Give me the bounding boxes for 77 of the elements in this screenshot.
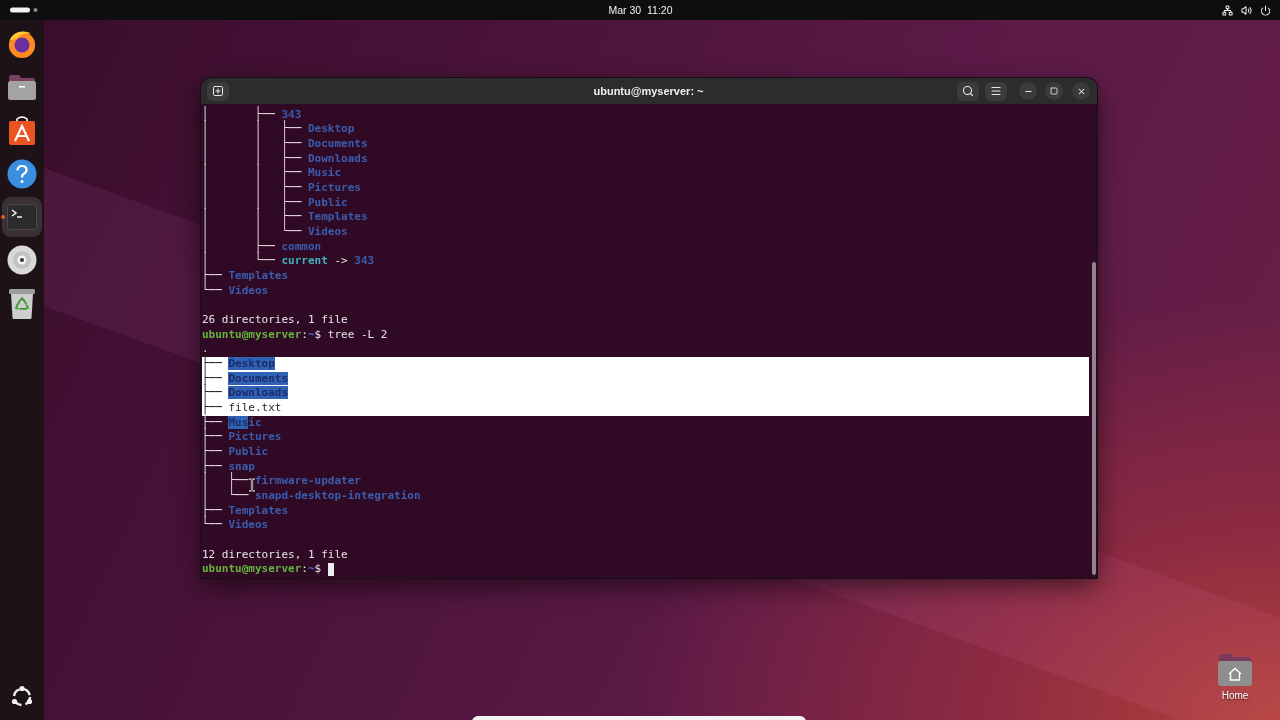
search-button[interactable] xyxy=(957,81,979,101)
directory-name: 343 xyxy=(281,107,302,121)
tree-root: . xyxy=(202,342,209,356)
network-icon[interactable] xyxy=(1222,4,1233,16)
directory-name: snapd-desktop-integration xyxy=(254,489,421,504)
tree-connector: ├── xyxy=(202,355,222,371)
tree-connector: ├── xyxy=(202,267,222,283)
running-dot-icon xyxy=(1,215,5,220)
command-prompt: ubuntu@myserver:~$ xyxy=(202,562,322,578)
house-folder-icon xyxy=(1217,653,1253,687)
menu-icon xyxy=(990,85,1002,97)
disc-icon xyxy=(7,245,37,276)
workspace-dots-icon[interactable] xyxy=(10,7,38,13)
tree-connector: ├── xyxy=(202,370,222,386)
directory-name: Public xyxy=(307,195,348,211)
summary-text: 12 directories, 1 file xyxy=(202,547,348,563)
directory-name: Templates xyxy=(307,210,368,225)
symlink-entry: current -> 343 xyxy=(281,254,375,269)
directory-name: Public xyxy=(228,445,269,460)
command-prompt: ubuntu@myserver:~$ tree -L 2 xyxy=(202,327,388,343)
directory-name: Pictures xyxy=(228,430,282,446)
directory-name: Templates xyxy=(228,503,289,519)
tree-connector: │ │ ├── xyxy=(202,179,302,195)
tree-connector: ├── xyxy=(202,458,222,474)
shopping-bag-icon xyxy=(8,115,36,146)
volume-icon[interactable] xyxy=(1241,4,1252,16)
directory-name: Music xyxy=(307,166,342,181)
directory-name: Music xyxy=(228,415,262,431)
maximize-icon xyxy=(1050,87,1058,95)
minimize-button[interactable] xyxy=(1019,82,1037,100)
tree-connector: │ │ ├── xyxy=(202,194,302,210)
close-icon xyxy=(1076,86,1086,96)
directory-name: common xyxy=(281,239,322,255)
plus-square-icon xyxy=(212,85,224,97)
tree-connector: ├── xyxy=(202,502,222,518)
tree-connector: ├── xyxy=(202,414,222,430)
date-time[interactable]: Mar 30 11:20 xyxy=(604,3,677,17)
tree-connector: ├── xyxy=(202,399,222,415)
directory-name: Desktop xyxy=(307,122,355,137)
window-title: ubuntu@myserver: ~ xyxy=(593,85,704,97)
menu-button[interactable] xyxy=(985,81,1007,101)
directory-name: Templates xyxy=(228,269,289,284)
terminal-icon xyxy=(7,204,37,231)
tree-connector: └── xyxy=(202,282,222,300)
directory-name: Desktop xyxy=(228,357,275,372)
tree-connector: │ ├── xyxy=(202,106,275,122)
circle-dots-icon xyxy=(10,685,34,709)
scrollbar-thumb[interactable] xyxy=(1092,262,1096,575)
directory-name: Videos xyxy=(228,518,269,534)
new-tab-button[interactable] xyxy=(207,81,229,101)
tree-connector: │ │ ├── xyxy=(202,135,302,151)
globe-icon xyxy=(7,29,37,59)
text-cursor-icon xyxy=(249,478,256,492)
tree-connector: │ ├── xyxy=(202,238,275,254)
help-icon xyxy=(7,158,37,189)
directory-name: firmware-updater xyxy=(254,474,361,490)
recycle-bin-icon xyxy=(9,288,35,319)
directory-name: Downloads xyxy=(307,151,368,167)
directory-name: Videos xyxy=(307,224,348,240)
file-name: file.txt xyxy=(228,401,282,416)
tree-connector: ├── xyxy=(202,443,222,459)
directory-name: Downloads xyxy=(228,386,289,402)
search-icon xyxy=(962,85,974,97)
tree-connector: └── xyxy=(202,517,222,535)
home-shortcut[interactable]: Home xyxy=(1205,653,1265,701)
folder-icon xyxy=(7,73,37,102)
maximize-button[interactable] xyxy=(1045,82,1063,100)
power-icon[interactable] xyxy=(1260,4,1271,16)
directory-name: Documents xyxy=(307,136,368,152)
tree-connector: │ └── xyxy=(202,487,249,503)
directory-name: snap xyxy=(228,459,255,473)
summary-text: 26 directories, 1 file xyxy=(202,313,348,328)
close-button[interactable] xyxy=(1072,82,1090,100)
directory-name: Videos xyxy=(228,283,269,299)
directory-name: Pictures xyxy=(307,180,361,196)
tree-connector: │ │ ├── xyxy=(202,150,302,166)
tree-connector: │ │ └── xyxy=(202,223,302,239)
